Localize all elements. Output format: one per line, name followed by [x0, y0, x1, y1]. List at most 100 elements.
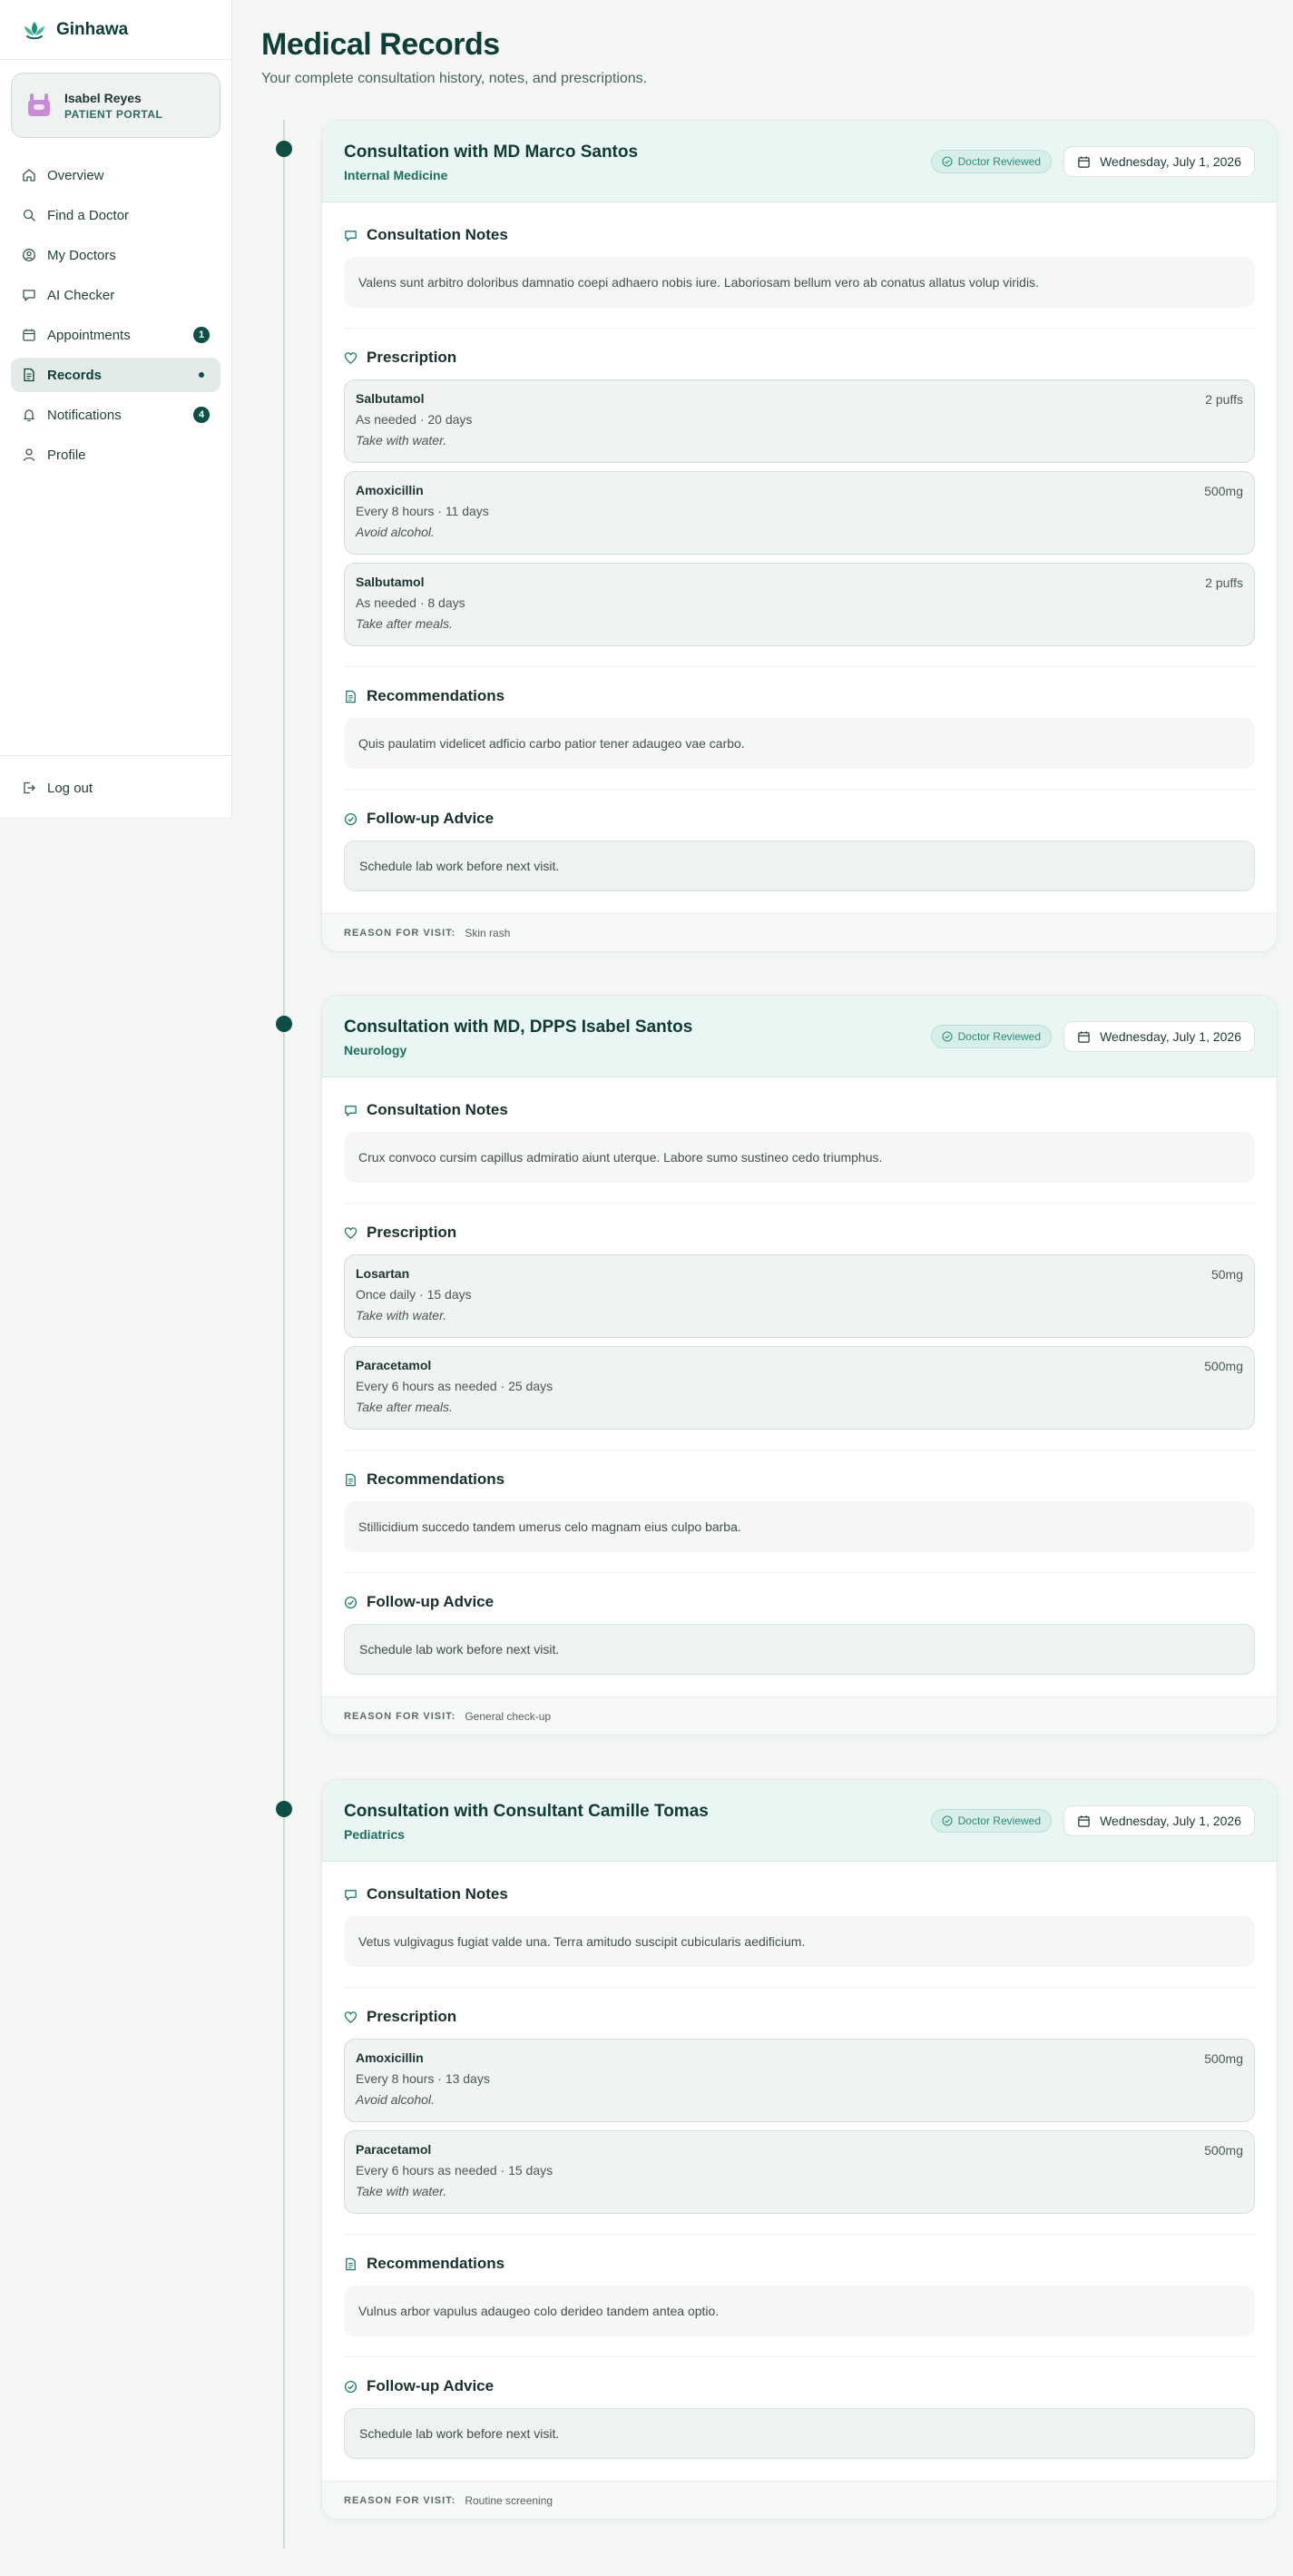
user-circle-icon: [23, 249, 35, 261]
medication-frequency: As needed · 20 days: [356, 412, 473, 427]
section-title: Consultation Notes: [367, 1101, 508, 1118]
record-date: Wednesday, July 1, 2026: [1063, 1805, 1255, 1836]
section-title: Recommendations: [367, 1470, 505, 1488]
check-circle-icon: [344, 812, 358, 825]
chat-icon: [345, 230, 357, 241]
section-title: Follow-up Advice: [367, 810, 495, 827]
record-card: Consultation with Consultant Camille Tom…: [321, 1779, 1278, 2520]
heart-icon: [344, 351, 358, 364]
doctor-reviewed-badge: Doctor Reviewed: [930, 1025, 1052, 1048]
section-heading: Recommendations: [344, 687, 1255, 705]
section-title: Prescription: [367, 349, 457, 366]
reason-label: REASON FOR VISIT:: [344, 927, 456, 939]
sidebar-item-appointments[interactable]: Appointments 1: [11, 318, 220, 352]
section-title: Prescription: [367, 1224, 457, 1241]
followup-advice-text: Schedule lab work before next visit.: [344, 841, 1255, 891]
section-heading: Follow-up Advice: [344, 1593, 1255, 1611]
medication-dose: 500mg: [1204, 2143, 1243, 2158]
followup-section: Follow-up Advice Schedule lab work befor…: [344, 2377, 1255, 2481]
medication-dose: 50mg: [1210, 1267, 1243, 1282]
reason-label: REASON FOR VISIT:: [344, 2494, 456, 2506]
medication-name: Salbutamol: [356, 391, 425, 406]
sidebar-item-profile[interactable]: Profile: [11, 438, 220, 472]
prescription-item: Salbutamol 2 puffs As needed · 20 days T…: [344, 379, 1255, 463]
record-header: Consultation with MD Marco Santos Intern…: [322, 121, 1277, 202]
document-icon: [24, 368, 34, 382]
reason-value: General check-up: [465, 1709, 552, 1723]
sidebar-item-notifications[interactable]: Notifications 4: [11, 398, 220, 432]
record-footer: REASON FOR VISIT: Routine screening: [322, 2481, 1277, 2519]
prescription-section: Prescription Salbutamol 2 puffs As neede…: [344, 349, 1255, 667]
page-title: Medical Records: [261, 27, 500, 62]
record-card: Consultation with MD, DPPS Isabel Santos…: [321, 995, 1278, 1735]
check-circle-icon: [344, 2380, 358, 2393]
recommendations-text: Quis paulatim videlicet adficio carbo pa…: [344, 718, 1255, 769]
reason-value: Skin rash: [465, 926, 511, 939]
section-title: Prescription: [367, 2008, 457, 2025]
medication-instruction: Take after meals.: [356, 616, 453, 631]
timeline-dot: [276, 141, 292, 157]
medication-dose: 500mg: [1204, 1359, 1243, 1373]
record-date-text: Wednesday, July 1, 2026: [1100, 1029, 1241, 1044]
check-circle-icon: [942, 1815, 953, 1826]
section-heading: Consultation Notes: [344, 226, 1255, 244]
document-icon: [346, 1473, 356, 1486]
check-circle-icon: [942, 156, 953, 167]
reason-value: Routine screening: [465, 2493, 553, 2507]
prescription-section: Prescription Losartan 50mg Once daily · …: [344, 1224, 1255, 1450]
logout-button[interactable]: Log out: [11, 771, 220, 805]
medication-frequency: Every 8 hours · 11 days: [356, 504, 489, 518]
record-header: Consultation with MD, DPPS Isabel Santos…: [322, 996, 1277, 1077]
medication-name: Losartan: [356, 1266, 410, 1281]
consultation-notes-text: Valens sunt arbitro doloribus damnatio c…: [344, 257, 1255, 308]
section-title: Recommendations: [367, 2255, 505, 2272]
sidebar-item-my-doctors[interactable]: My Doctors: [11, 238, 220, 272]
lotus-logo-icon: [24, 21, 44, 39]
sidebar-item-overview[interactable]: Overview: [11, 158, 220, 192]
record-card: Consultation with MD Marco Santos Intern…: [321, 120, 1278, 952]
followup-section: Follow-up Advice Schedule lab work befor…: [344, 1593, 1255, 1696]
calendar-icon: [1078, 155, 1090, 168]
check-circle-icon: [344, 1596, 358, 1608]
home-icon: [23, 169, 35, 182]
section-heading: Prescription: [344, 2008, 1255, 2026]
followup-advice-text: Schedule lab work before next visit.: [344, 2408, 1255, 2459]
appointments-count-badge: 1: [193, 327, 210, 343]
sidebar-item-ai-checker[interactable]: AI Checker: [11, 278, 220, 312]
record-body: Consultation Notes Crux convoco cursim c…: [322, 1077, 1277, 1696]
timeline-dot: [276, 1016, 292, 1032]
sidebar-item-find-a-doctor[interactable]: Find a Doctor: [11, 198, 220, 232]
medication-name: Paracetamol: [356, 1358, 432, 1372]
section-title: Recommendations: [367, 687, 505, 704]
medication-frequency: As needed · 8 days: [356, 595, 465, 610]
sidebar-item-label: Profile: [47, 447, 86, 463]
medication-frequency: Once daily · 15 days: [356, 1287, 472, 1302]
sidebar-item-label: Notifications: [47, 407, 122, 423]
prescription-item: Paracetamol 500mg Every 6 hours as neede…: [344, 2130, 1255, 2214]
medication-name: Salbutamol: [356, 575, 425, 589]
reviewed-label: Doctor Reviewed: [957, 155, 1041, 168]
timeline-line: [283, 120, 285, 2549]
medication-instruction: Avoid alcohol.: [356, 525, 435, 539]
timeline-dot: [276, 1801, 292, 1817]
active-indicator: [199, 372, 204, 378]
medication-instruction: Take with water.: [356, 1308, 447, 1322]
user-role: PATIENT PORTAL: [64, 107, 163, 121]
record-date: Wednesday, July 1, 2026: [1063, 1021, 1255, 1052]
recommendations-section: Recommendations Stillicidium succedo tan…: [344, 1470, 1255, 1573]
section-title: Follow-up Advice: [367, 1593, 495, 1610]
prescription-item: Amoxicillin 500mg Every 8 hours · 13 day…: [344, 2039, 1255, 2122]
sidebar-item-records[interactable]: Records: [11, 358, 220, 392]
recommendations-section: Recommendations Quis paulatim videlicet …: [344, 687, 1255, 790]
medication-name: Amoxicillin: [356, 2050, 424, 2065]
brand[interactable]: Ginhawa: [0, 0, 231, 60]
document-icon: [346, 690, 356, 703]
section-heading: Follow-up Advice: [344, 2377, 1255, 2395]
user-card[interactable]: Isabel Reyes PATIENT PORTAL: [11, 73, 220, 138]
medication-name: Paracetamol: [356, 2142, 432, 2157]
record-footer: REASON FOR VISIT: Skin rash: [322, 913, 1277, 951]
record-footer: REASON FOR VISIT: General check-up: [322, 1696, 1277, 1735]
avatar: [28, 93, 50, 116]
sidebar-item-label: Overview: [47, 167, 104, 183]
recommendations-text: Stillicidium succedo tandem umerus celo …: [344, 1501, 1255, 1552]
